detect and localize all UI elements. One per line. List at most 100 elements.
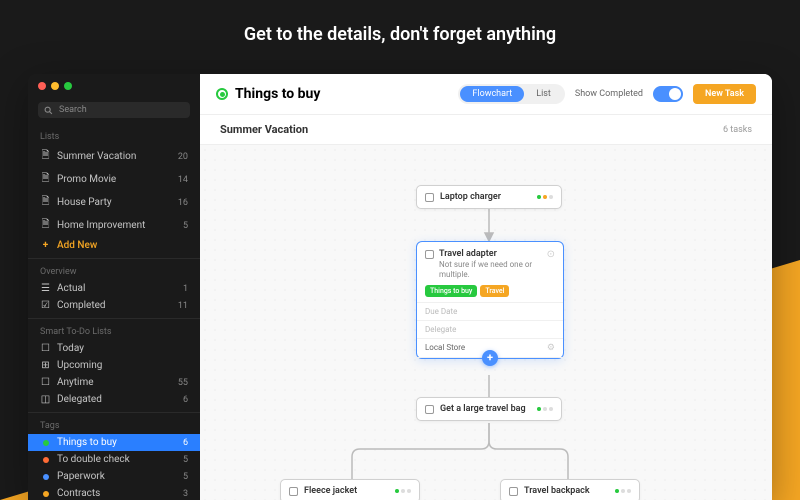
sidebar-item-count: 20: [178, 152, 188, 162]
sidebar-item-today[interactable]: ☐ Today: [28, 340, 200, 357]
search-icon: [44, 106, 53, 115]
document-icon: 🗎: [40, 217, 51, 234]
task-node-travel-backpack[interactable]: Travel backpack: [500, 479, 640, 500]
list-icon: ☰: [40, 283, 51, 294]
window-traffic-lights[interactable]: [28, 74, 200, 98]
sidebar-item-label: Actual: [57, 283, 177, 294]
sidebar-tag-contracts[interactable]: Contracts3: [28, 485, 200, 500]
box-icon: ☐: [40, 377, 51, 388]
add-new-list-button[interactable]: +Add New: [28, 237, 200, 254]
search-placeholder: Search: [59, 105, 87, 115]
section-header-overview: Overview: [28, 263, 200, 280]
tag-chip[interactable]: Things to buy: [425, 285, 477, 297]
task-tags-icon: [537, 407, 553, 411]
add-child-button[interactable]: +: [482, 350, 498, 366]
sidebar-item-label: Today: [57, 343, 182, 354]
new-task-button[interactable]: New Task: [693, 84, 756, 104]
task-node-fleece-jacket[interactable]: Fleece jacket: [280, 479, 420, 500]
sidebar-tag-things-to-buy[interactable]: Things to buy6: [28, 434, 200, 451]
sidebar-item-house-party[interactable]: 🗎House Party16: [28, 191, 200, 214]
close-icon[interactable]: [38, 82, 46, 90]
show-completed-label: Show Completed: [575, 89, 643, 99]
tag-dot-icon: [40, 474, 51, 480]
due-date-field[interactable]: Due Date: [417, 302, 563, 320]
sidebar-item-count: 11: [178, 301, 188, 311]
location-label: Local Store: [425, 343, 465, 352]
document-icon: 🗎: [40, 171, 51, 188]
view-list-button[interactable]: List: [524, 86, 563, 102]
checkbox[interactable]: [509, 487, 518, 496]
tag-dot-icon: [40, 457, 51, 463]
sidebar: Search Lists 🗎Summer Vacation20 🗎Promo M…: [28, 74, 200, 500]
sidebar-item-label: Promo Movie: [57, 174, 172, 185]
sidebar-item-anytime[interactable]: ☐ Anytime 55: [28, 374, 200, 391]
sidebar-item-upcoming[interactable]: ⊞ Upcoming: [28, 357, 200, 374]
app-window: Search Lists 🗎Summer Vacation20 🗎Promo M…: [28, 74, 772, 500]
plus-icon: +: [40, 240, 51, 251]
task-tags-icon: [395, 489, 411, 493]
sidebar-item-count: 5: [183, 472, 188, 482]
show-completed-toggle[interactable]: [653, 86, 683, 102]
check-icon: ☑: [40, 300, 51, 311]
gear-icon[interactable]: ⚙: [547, 343, 555, 353]
maximize-icon[interactable]: [64, 82, 72, 90]
view-switcher[interactable]: Flowchart List: [458, 84, 564, 104]
checkbox[interactable]: [289, 487, 298, 496]
tag-indicator-icon: [216, 88, 228, 100]
task-card-travel-adapter[interactable]: Travel adapter Not sure if we need one o…: [416, 241, 564, 359]
sidebar-item-count: 6: [183, 395, 188, 405]
task-label: Travel backpack: [524, 486, 609, 496]
calendar-icon: ⊞: [40, 360, 51, 371]
sidebar-tag-double-check[interactable]: To double check 5: [28, 451, 200, 468]
calendar-icon: ☐: [40, 343, 51, 354]
task-count: 6 tasks: [723, 125, 752, 135]
search-input[interactable]: Search: [38, 102, 190, 118]
person-icon: ◫: [40, 394, 51, 405]
sidebar-item-label: Anytime: [57, 377, 172, 388]
task-node-large-travel-bag[interactable]: Get a large travel bag: [416, 397, 562, 421]
sidebar-item-count: 55: [178, 378, 188, 388]
list-title: Summer Vacation: [220, 123, 308, 136]
task-node-laptop-charger[interactable]: Laptop charger: [416, 185, 562, 209]
page-tagline: Get to the details, don't forget anythin…: [0, 0, 800, 63]
sidebar-item-label: Delegated: [57, 394, 177, 405]
sidebar-item-label: Paperwork: [57, 471, 177, 482]
sidebar-item-label: Upcoming: [57, 360, 182, 371]
task-tags-icon: [537, 195, 553, 199]
sidebar-item-label: Summer Vacation: [57, 151, 172, 162]
sidebar-item-count: 16: [178, 198, 188, 208]
page-title: Things to buy: [235, 86, 320, 102]
task-title: Travel adapter: [439, 249, 542, 259]
sidebar-item-count: 1: [183, 284, 188, 294]
sidebar-item-completed[interactable]: ☑Completed11: [28, 297, 200, 314]
sidebar-item-promo-movie[interactable]: 🗎Promo Movie14: [28, 168, 200, 191]
document-icon: 🗎: [40, 148, 51, 165]
section-header-tags: Tags: [28, 417, 200, 434]
view-flowchart-button[interactable]: Flowchart: [460, 86, 524, 102]
sidebar-tag-paperwork[interactable]: Paperwork 5: [28, 468, 200, 485]
sidebar-item-summer-vacation[interactable]: 🗎 Summer Vacation 20: [28, 145, 200, 168]
close-card-icon[interactable]: ⊙: [547, 249, 555, 260]
minimize-icon[interactable]: [51, 82, 59, 90]
delegate-field[interactable]: Delegate: [417, 320, 563, 338]
flowchart-canvas[interactable]: Laptop charger Travel adapter Not sure i…: [200, 145, 772, 500]
main-area: Things to buy Flowchart List Show Comple…: [200, 74, 772, 500]
sidebar-item-delegated[interactable]: ◫ Delegated 6: [28, 391, 200, 408]
sidebar-item-label: Things to buy: [57, 437, 177, 448]
task-subtitle: Not sure if we need one or multiple.: [439, 260, 542, 281]
toolbar: Things to buy Flowchart List Show Comple…: [200, 74, 772, 115]
checkbox[interactable]: [425, 193, 434, 202]
sidebar-item-actual[interactable]: ☰ Actual 1: [28, 280, 200, 297]
tag-chip[interactable]: Travel: [480, 285, 509, 297]
sidebar-item-label: To double check: [57, 454, 177, 465]
checkbox[interactable]: [425, 250, 434, 259]
checkbox[interactable]: [425, 405, 434, 414]
sidebar-item-count: 3: [183, 489, 188, 499]
section-header-smart: Smart To-Do Lists: [28, 323, 200, 340]
task-label: Get a large travel bag: [440, 404, 531, 414]
sidebar-item-label: House Party: [57, 197, 172, 208]
tag-dot-icon: [40, 440, 51, 446]
sidebar-item-home-improvement[interactable]: 🗎Home Improvement5: [28, 214, 200, 237]
sidebar-item-count: 5: [183, 455, 188, 465]
subtoolbar: Summer Vacation 6 tasks: [200, 115, 772, 145]
